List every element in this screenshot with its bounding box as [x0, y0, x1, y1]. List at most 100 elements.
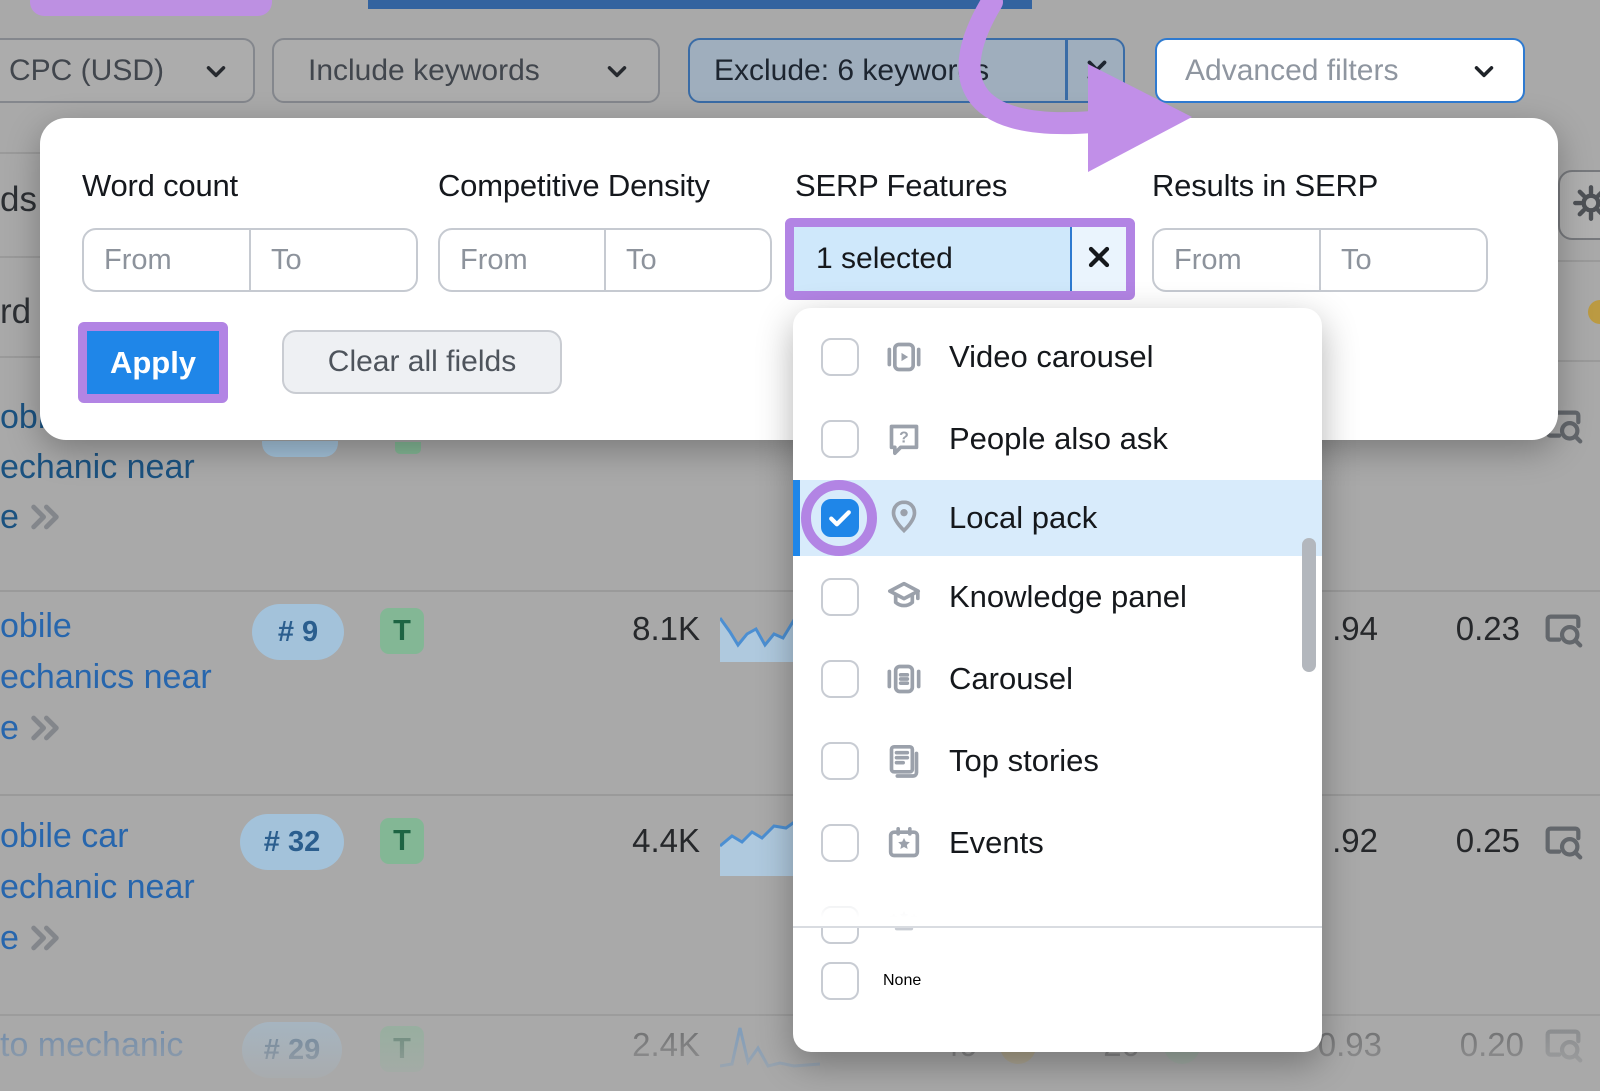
keyword-link[interactable]: obile: [0, 607, 72, 646]
carousel-icon: [883, 658, 925, 700]
checkbox[interactable]: [821, 660, 859, 698]
include-keywords-label: Include keywords: [308, 54, 540, 88]
gear-icon: [1570, 182, 1600, 229]
exclude-keywords-button[interactable]: Exclude: 6 keywords: [688, 38, 1125, 103]
serp-features-select[interactable]: 1 selected: [794, 227, 1126, 291]
dropdown-item-video-carousel[interactable]: Video carousel: [793, 316, 1322, 398]
question-bubble-icon: ?: [883, 418, 925, 460]
dropdown-item-label: None: [883, 972, 921, 990]
dropdown-item-top-stories[interactable]: Top stories: [793, 720, 1322, 802]
serp-features-label: SERP Features: [795, 168, 1007, 204]
serp-preview-icon[interactable]: [1540, 819, 1586, 870]
position-badge-fragment: [262, 441, 338, 457]
chevron-down-icon: [201, 56, 231, 91]
top-purple-tab-fragment: [30, 0, 272, 16]
checkbox[interactable]: [821, 578, 859, 616]
keyword-link[interactable]: e: [0, 498, 19, 537]
results-in-serp-from-input[interactable]: [1154, 230, 1321, 290]
word-count-to-input[interactable]: [251, 230, 416, 290]
keyword-link[interactable]: e: [0, 709, 19, 748]
apply-button[interactable]: Apply: [87, 331, 219, 394]
apply-highlight: Apply: [78, 322, 228, 403]
table-divider: [0, 356, 40, 358]
top-stories-icon: [883, 740, 925, 782]
competitive-density-range: [438, 228, 772, 292]
results-in-serp-range: [1152, 228, 1488, 292]
competitive-density-to-input[interactable]: [606, 230, 770, 290]
scrollbar-thumb[interactable]: [1302, 538, 1316, 672]
cpc-filter-label: CPC (USD): [9, 54, 164, 88]
competition-value: 0.25: [1456, 822, 1520, 860]
dropdown-item-label: Knowledge panel: [949, 579, 1187, 615]
results-in-serp-label: Results in SERP: [1152, 168, 1378, 204]
cpc-value: .94: [1332, 610, 1378, 648]
double-chevron-icon[interactable]: [28, 500, 62, 539]
keyword-link[interactable]: echanics near: [0, 658, 212, 697]
checkbox[interactable]: [821, 338, 859, 376]
word-count-from-input[interactable]: [84, 230, 251, 290]
exclude-divider: [1065, 40, 1068, 100]
advanced-filters-label: Advanced filters: [1185, 54, 1398, 88]
dropdown-item-label: Video carousel: [949, 339, 1154, 375]
include-keywords-button[interactable]: Include keywords: [272, 38, 660, 103]
dropdown-item-label: People also ask: [949, 421, 1168, 457]
competitive-density-from-input[interactable]: [440, 230, 606, 290]
tag-badge: T: [380, 818, 424, 864]
serp-features-clear-button[interactable]: [1072, 227, 1126, 291]
checkbox[interactable]: [821, 420, 859, 458]
checkbox[interactable]: [821, 824, 859, 862]
checkbox[interactable]: [821, 962, 859, 1000]
dropdown-item-knowledge-panel[interactable]: Knowledge panel: [793, 556, 1322, 638]
dropdown-item-label: Carousel: [949, 661, 1073, 697]
keyword-link[interactable]: e: [0, 919, 19, 958]
results-in-serp-to-input[interactable]: [1321, 230, 1486, 290]
x-icon[interactable]: [1082, 55, 1112, 90]
exclude-keywords-label: Exclude: 6 keywords: [714, 54, 989, 88]
table-divider: [0, 256, 40, 258]
double-chevron-icon[interactable]: [28, 921, 62, 960]
word-count-label: Word count: [82, 168, 238, 204]
svg-text:?: ?: [899, 429, 909, 446]
keyword-link[interactable]: echanic near: [0, 448, 195, 487]
header-fragment-keyword: rd: [0, 292, 31, 332]
volume-value: 4.4K: [632, 822, 700, 860]
chevron-down-icon: [602, 56, 632, 91]
table-divider: [1558, 260, 1600, 262]
tag-badge: T: [380, 608, 424, 654]
advanced-filters-button[interactable]: Advanced filters: [1155, 38, 1525, 103]
dropdown-item-label: Local pack: [949, 500, 1097, 536]
clear-all-fields-button[interactable]: Clear all fields: [282, 330, 562, 394]
x-icon: [1083, 241, 1115, 278]
dropdown-item-label: Top stories: [949, 743, 1099, 779]
annotation-circle: [801, 480, 877, 556]
keyword-link[interactable]: obi: [0, 398, 45, 437]
graduation-cap-icon: [883, 576, 925, 618]
keyword-link[interactable]: echanic near: [0, 868, 195, 907]
keyword-link[interactable]: obile car: [0, 817, 129, 856]
dropdown-item-carousel[interactable]: Carousel: [793, 638, 1322, 720]
cpc-filter-button[interactable]: CPC (USD): [0, 38, 255, 103]
keyword-tool-screen: CPC (USD) Include keywords Exclude: 6 ke…: [0, 0, 1600, 1091]
position-badge: # 32: [240, 814, 344, 870]
table-settings-button[interactable]: [1558, 170, 1600, 240]
serp-features-value: 1 selected: [794, 227, 1072, 291]
serp-preview-icon[interactable]: [1540, 607, 1586, 658]
volume-value: 8.1K: [632, 610, 700, 648]
competitive-density-label: Competitive Density: [438, 168, 710, 204]
dropdown-item-none[interactable]: None: [793, 940, 1322, 1022]
kd-dot-fragment: [1588, 300, 1600, 324]
video-carousel-icon: [883, 336, 925, 378]
word-count-range: [82, 228, 418, 292]
tag-badge-fragment: [395, 442, 421, 454]
dropdown-fade: [793, 868, 1322, 926]
double-chevron-icon[interactable]: [28, 711, 62, 750]
position-badge: # 9: [252, 604, 344, 660]
dropdown-divider: [793, 926, 1322, 928]
dropdown-item-local-pack[interactable]: Local pack: [793, 480, 1322, 556]
dropdown-item-people-also-ask[interactable]: ? People also ask: [793, 398, 1322, 480]
cpc-value: .92: [1332, 822, 1378, 860]
checkbox[interactable]: [821, 742, 859, 780]
serp-features-highlight: 1 selected: [785, 218, 1135, 300]
table-divider: [1558, 360, 1600, 362]
competition-value: 0.23: [1456, 610, 1520, 648]
